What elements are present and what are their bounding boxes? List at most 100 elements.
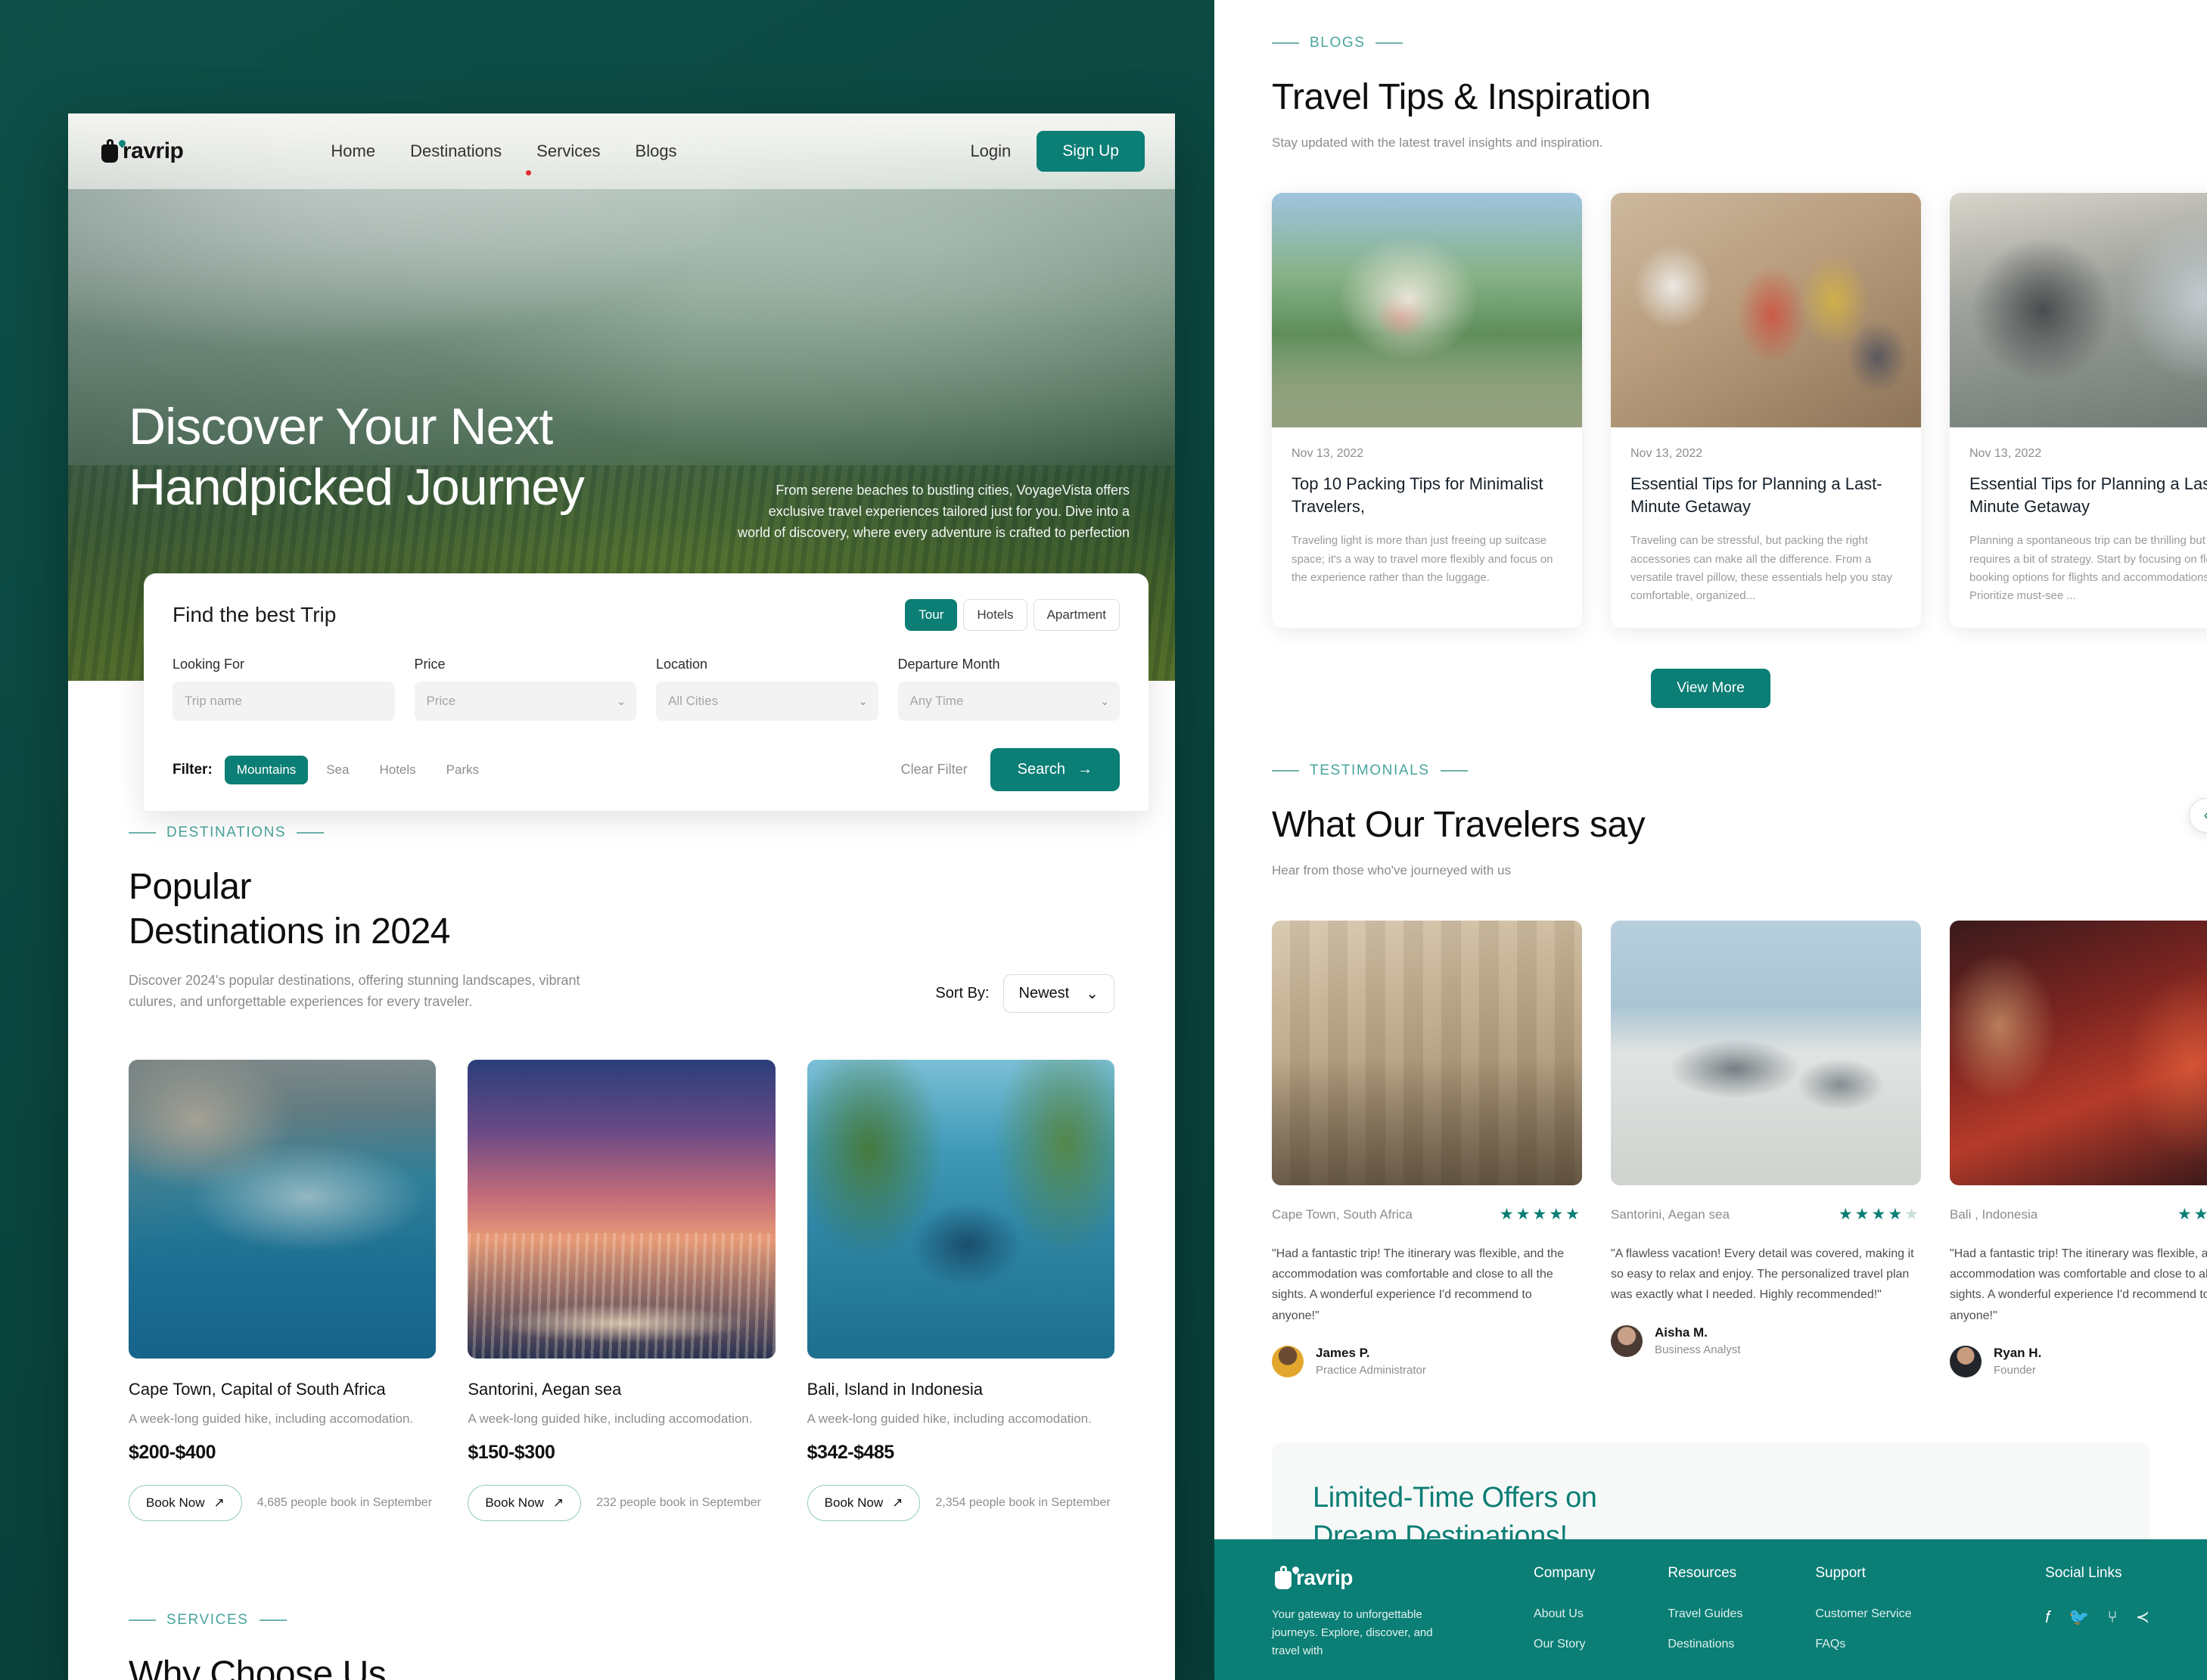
field-departure-month: Departure Month Any Time ⌄ — [897, 657, 1120, 721]
footer-link-faqs[interactable]: FAQs — [1815, 1638, 1911, 1651]
arrow-up-right-icon: ↗ — [213, 1495, 225, 1510]
footer-link-customer-service[interactable]: Customer Service — [1815, 1607, 1911, 1621]
destination-description: A week-long guided hike, including accom… — [129, 1411, 414, 1426]
chevron-down-icon: ⌄ — [617, 694, 626, 707]
filter-chip-sea[interactable]: Sea — [314, 756, 361, 784]
services-title: Why Choose Us — [129, 1654, 387, 1680]
blogs-section: BLOGS Travel Tips & Inspiration Stay upd… — [1214, 0, 2207, 1377]
eyebrow-line-left — [129, 1619, 156, 1621]
location-select[interactable]: All Cities ⌄ — [656, 682, 878, 721]
testimonial-author: Ryan H. Founder — [1950, 1345, 2207, 1377]
arrow-up-right-icon: ↗ — [892, 1495, 903, 1510]
destination-description: A week-long guided hike, including accom… — [468, 1411, 753, 1426]
chevron-left-icon: ‹ — [2204, 807, 2207, 824]
filter-chip-parks[interactable]: Parks — [434, 756, 491, 784]
book-now-label: Book Now — [824, 1495, 884, 1510]
testimonial-header: Cape Town, South Africa ★★★★★ — [1272, 1205, 1582, 1224]
navbar: ravrip Home Destinations Services Blogs … — [68, 113, 1175, 189]
testimonial-image — [1272, 921, 1582, 1185]
services-section: SERVICES Why Choose Us Embrace unique ex… — [68, 1521, 1175, 1680]
filter-chip-hotels[interactable]: Hotels — [367, 756, 427, 784]
testimonials-subtitle: Hear from those who've journeyed with us — [1272, 863, 1512, 877]
blog-card-body: Nov 13, 2022 Top 10 Packing Tips for Min… — [1272, 427, 1582, 610]
destination-card[interactable]: Bali, Island in Indonesia A week-long gu… — [807, 1059, 1114, 1521]
testimonial-card: Cape Town, South Africa ★★★★★ "Had a fan… — [1272, 921, 1582, 1377]
nav-item-services[interactable]: Services — [536, 141, 600, 161]
hero-subtitle: From serene beaches to bustling cities, … — [738, 483, 1130, 540]
testimonial-header: Santorini, Aegan sea ★★★★★ — [1611, 1205, 1921, 1224]
blogs-subtitle: Stay updated with the latest travel insi… — [1272, 135, 1603, 150]
view-more-button[interactable]: View More — [1651, 669, 1770, 709]
footer-link-about-us[interactable]: About Us — [1534, 1607, 1595, 1621]
author-info: James P. Practice Administrator — [1316, 1346, 1426, 1377]
footer-column-heading: Company — [1534, 1565, 1596, 1581]
looking-for-input[interactable]: Trip name — [173, 682, 395, 721]
book-now-button[interactable]: Book Now ↗ — [807, 1484, 921, 1521]
hero-title-line2: Handpicked Journey — [129, 458, 585, 516]
footer-link-destinations[interactable]: Destinations — [1668, 1638, 1742, 1651]
testimonial-author: James P. Practice Administrator — [1272, 1345, 1582, 1377]
price-select[interactable]: Price ⌄ — [414, 682, 636, 721]
book-now-label: Book Now — [485, 1495, 544, 1510]
blog-date: Nov 13, 2022 — [1630, 446, 1703, 460]
tab-apartment[interactable]: Apartment — [1033, 599, 1120, 631]
login-link[interactable]: Login — [970, 141, 1011, 161]
destination-card[interactable]: Santorini, Aegan sea A week-long guided … — [468, 1059, 776, 1521]
footer-link-our-story[interactable]: Our Story — [1534, 1638, 1595, 1651]
blog-excerpt: Planning a spontaneous trip can be thril… — [1969, 534, 2207, 603]
testimonial-card: Santorini, Aegan sea ★★★★★ "A flawless v… — [1611, 921, 1921, 1377]
blog-image — [1611, 192, 1921, 427]
blog-date: Nov 13, 2022 — [1292, 446, 1364, 460]
footer-column-company: Company About Us Our Story — [1534, 1565, 1595, 1654]
author-name: James P. — [1316, 1346, 1370, 1361]
destination-title: Cape Town, Capital of South Africa — [129, 1379, 386, 1399]
github-icon[interactable]: ⑂ — [2107, 1607, 2117, 1627]
footer-logo-text: ravrip — [1296, 1566, 1353, 1589]
testimonial-author: Aisha M. Business Analyst — [1611, 1324, 1921, 1357]
signup-button[interactable]: Sign Up — [1037, 131, 1145, 172]
filter-row: Filter: Mountains Sea Hotels Parks Clear… — [173, 748, 1120, 811]
arrow-up-right-icon: ↗ — [552, 1495, 564, 1510]
testimonial-image — [1611, 921, 1921, 1185]
testimonials-section: TESTIMONIALS What Our Travelers say Hear… — [1272, 762, 2207, 1377]
blog-card[interactable]: Nov 13, 2022 Essential Tips for Planning… — [1611, 192, 1921, 629]
destinations-heading-row: Popular Destinations in 2024 Discover 20… — [129, 865, 1114, 1013]
destination-price: $150-$300 — [468, 1441, 555, 1463]
author-role: Practice Administrator — [1316, 1364, 1426, 1377]
search-button[interactable]: Search → — [990, 748, 1120, 791]
twitter-icon[interactable]: 🐦 — [2069, 1607, 2089, 1627]
footer-logo[interactable]: ravrip — [1272, 1565, 1461, 1591]
blog-excerpt: Traveling can be stressful, but packing … — [1630, 534, 1893, 603]
nav-item-destinations[interactable]: Destinations — [410, 141, 502, 161]
book-now-button[interactable]: Book Now ↗ — [468, 1484, 582, 1521]
logo[interactable]: ravrip — [98, 138, 184, 164]
footer-link-travel-guides[interactable]: Travel Guides — [1668, 1607, 1742, 1621]
site-content-panel: BLOGS Travel Tips & Inspiration Stay upd… — [1214, 0, 2207, 1680]
author-role: Founder — [1994, 1364, 2036, 1377]
blog-card-body: Nov 13, 2022 Essential Tips for Planning… — [1950, 427, 2207, 629]
destination-footer: Book Now ↗ 2,354 people book in Septembe… — [807, 1484, 1114, 1521]
avatar — [1272, 1345, 1304, 1377]
destination-image-cape-town — [129, 1059, 437, 1359]
blog-card[interactable]: Nov 13, 2022 Top 10 Packing Tips for Min… — [1272, 192, 1582, 629]
social-icon-row: 𝑓 🐦 ⑂ ≺ — [2045, 1607, 2149, 1627]
author-name: Ryan H. — [1994, 1346, 2042, 1361]
destination-card[interactable]: Cape Town, Capital of South Africa A wee… — [129, 1059, 437, 1521]
destination-booking-count: 232 people book in September — [596, 1495, 761, 1509]
filter-chip-mountains[interactable]: Mountains — [224, 755, 309, 784]
nav-item-blogs[interactable]: Blogs — [636, 141, 677, 161]
clear-filter-button[interactable]: Clear Filter — [901, 762, 968, 778]
share-icon[interactable]: ≺ — [2136, 1607, 2149, 1627]
testimonial-location: Bali , Indonesia — [1950, 1206, 2038, 1222]
book-now-button[interactable]: Book Now ↗ — [129, 1484, 242, 1521]
eyebrow-line-left — [129, 832, 156, 834]
footer-brand: ravrip Your gateway to unforgettable jou… — [1272, 1565, 1461, 1657]
tab-hotels[interactable]: Hotels — [963, 599, 1027, 631]
nav-item-home[interactable]: Home — [331, 141, 375, 161]
label-price: Price — [414, 657, 446, 672]
sort-by-select[interactable]: Newest ⌄ — [1002, 974, 1114, 1013]
blog-card[interactable]: Nov 13, 2022 Essential Tips for Planning… — [1950, 192, 2207, 629]
tab-tour[interactable]: Tour — [905, 599, 958, 631]
facebook-icon[interactable]: 𝑓 — [2045, 1607, 2050, 1627]
departure-month-select[interactable]: Any Time ⌄ — [897, 682, 1120, 721]
